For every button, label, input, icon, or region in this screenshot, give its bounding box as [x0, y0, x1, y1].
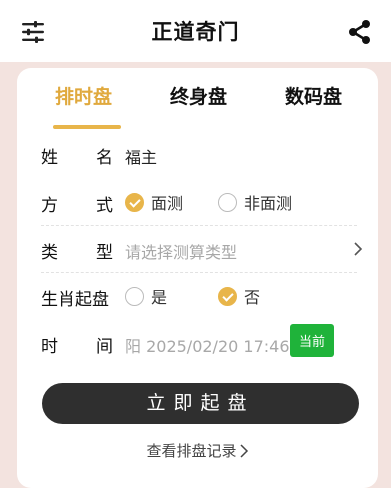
zodiac-label: 生肖起盘 — [41, 290, 109, 310]
chevron-right-icon — [239, 444, 248, 458]
name-row: 姓名 福主 — [41, 131, 357, 177]
view-records-link[interactable]: 查看排盘记录 — [17, 440, 378, 461]
type-select[interactable]: 请选择测算类型 — [125, 239, 237, 263]
type-row[interactable]: 类型 请选择测算类型 — [41, 226, 363, 273]
tab-bar: 排时盘 终身盘 数码盘 — [17, 82, 378, 129]
method-label: 方式 — [41, 196, 113, 216]
name-field[interactable]: 福主 — [125, 144, 157, 168]
radio-zodiac-yes[interactable]: 是 — [125, 285, 167, 307]
method-row: 方式 面测 非面测 — [41, 179, 357, 226]
tab-time-chart[interactable]: 排时盘 — [55, 82, 112, 109]
chevron-right-icon — [354, 242, 363, 256]
zodiac-row: 生肖起盘 是 否 — [41, 273, 357, 319]
tab-lifetime-chart[interactable]: 终身盘 — [170, 82, 227, 109]
radio-not-face-to-face[interactable]: 非面测 — [218, 191, 292, 213]
tab-number-chart[interactable]: 数码盘 — [285, 82, 342, 109]
form-card: 排时盘 终身盘 数码盘 姓名 福主 方式 面测 非面测 类型 请选择测算类型 生… — [17, 68, 378, 488]
active-tab-indicator — [53, 125, 121, 129]
radio-checked-icon — [125, 192, 144, 212]
app-title: 正道奇门 — [151, 20, 240, 44]
radio-unchecked-icon — [218, 192, 237, 212]
top-bar: 正道奇门 — [0, 0, 391, 62]
type-label: 类型 — [41, 243, 113, 263]
radio-checked-icon — [218, 286, 237, 306]
radio-zodiac-no[interactable]: 否 — [218, 285, 260, 307]
radio-unchecked-icon — [125, 286, 144, 306]
time-field[interactable]: 阳 2025/02/20 17:46 — [125, 333, 290, 357]
name-label: 姓名 — [41, 148, 113, 168]
current-time-button[interactable]: 当前 — [290, 324, 334, 357]
start-chart-button[interactable]: 立即起盘 — [42, 383, 359, 424]
share-icon[interactable] — [347, 19, 373, 45]
time-label: 时间 — [41, 337, 113, 357]
radio-face-to-face[interactable]: 面测 — [125, 191, 183, 213]
